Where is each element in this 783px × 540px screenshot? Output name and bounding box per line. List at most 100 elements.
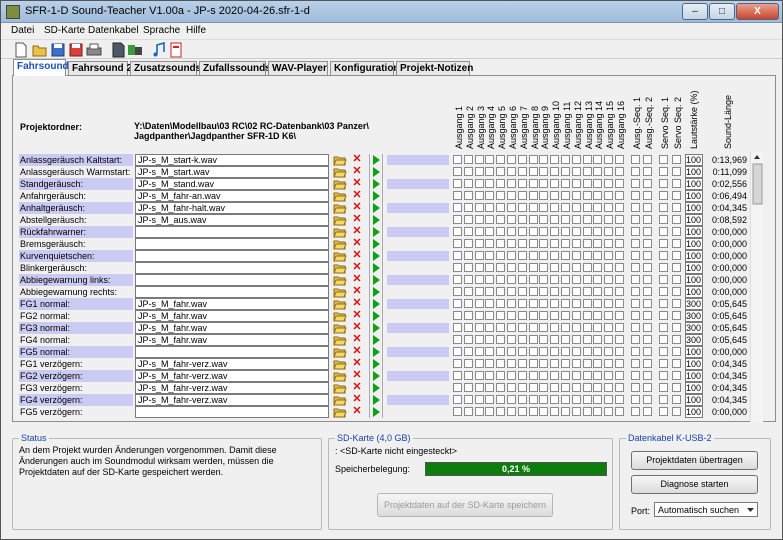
output-checkbox[interactable] bbox=[550, 383, 560, 392]
play-icon[interactable] bbox=[369, 358, 383, 370]
output-checkbox[interactable] bbox=[453, 227, 462, 236]
output-checkbox[interactable] bbox=[453, 383, 462, 392]
output-checkbox[interactable] bbox=[474, 179, 484, 188]
sequence-checkbox[interactable] bbox=[631, 167, 640, 176]
output-checkbox[interactable] bbox=[474, 335, 484, 344]
output-checkbox[interactable] bbox=[474, 275, 484, 284]
open-folder-icon[interactable] bbox=[32, 42, 48, 58]
play-icon[interactable] bbox=[369, 238, 383, 250]
sound-file-field[interactable] bbox=[135, 286, 329, 298]
output-checkbox[interactable] bbox=[582, 179, 592, 188]
output-checkbox[interactable] bbox=[517, 347, 527, 356]
sequence-checkbox[interactable] bbox=[659, 155, 668, 164]
output-checkbox[interactable] bbox=[539, 239, 549, 248]
output-checkbox[interactable] bbox=[604, 251, 614, 260]
output-checkbox[interactable] bbox=[539, 323, 549, 332]
sequence-checkbox[interactable] bbox=[672, 179, 681, 188]
output-checkbox[interactable] bbox=[539, 287, 549, 296]
sound-file-field[interactable]: JP-s_M_fahr.wav bbox=[135, 322, 329, 334]
output-checkbox[interactable] bbox=[507, 335, 516, 344]
sequence-checkbox[interactable] bbox=[672, 167, 681, 176]
play-icon[interactable] bbox=[369, 394, 383, 406]
output-checkbox[interactable] bbox=[593, 299, 603, 308]
volume-field[interactable]: 100 bbox=[685, 370, 703, 382]
output-checkbox[interactable] bbox=[507, 359, 516, 368]
output-checkbox[interactable] bbox=[517, 275, 527, 284]
volume-field[interactable]: 100 bbox=[685, 202, 703, 214]
output-checkbox[interactable] bbox=[593, 191, 603, 200]
output-checkbox[interactable] bbox=[496, 299, 506, 308]
play-icon[interactable] bbox=[369, 370, 383, 382]
output-checkbox[interactable] bbox=[615, 239, 624, 248]
output-checkbox[interactable] bbox=[528, 263, 538, 272]
output-checkbox[interactable] bbox=[561, 215, 570, 224]
output-checkbox[interactable] bbox=[496, 203, 506, 212]
output-checkbox[interactable] bbox=[507, 239, 516, 248]
play-icon[interactable] bbox=[369, 382, 383, 394]
output-checkbox[interactable] bbox=[474, 323, 484, 332]
output-checkbox[interactable] bbox=[507, 275, 516, 284]
sequence-checkbox[interactable] bbox=[643, 323, 652, 332]
output-checkbox[interactable] bbox=[571, 335, 581, 344]
sequence-checkbox[interactable] bbox=[659, 395, 668, 404]
output-checkbox[interactable] bbox=[528, 407, 538, 416]
delete-icon[interactable]: ✕ bbox=[351, 406, 363, 418]
sound-file-field[interactable]: JP-s_M_fahr-halt.wav bbox=[135, 202, 329, 214]
output-checkbox[interactable] bbox=[571, 287, 581, 296]
output-checkbox[interactable] bbox=[593, 251, 603, 260]
play-icon[interactable] bbox=[369, 154, 383, 166]
sound-file-field[interactable] bbox=[135, 238, 329, 250]
output-checkbox[interactable] bbox=[615, 371, 624, 380]
output-checkbox[interactable] bbox=[507, 347, 516, 356]
output-checkbox[interactable] bbox=[453, 395, 462, 404]
output-checkbox[interactable] bbox=[615, 335, 624, 344]
output-checkbox[interactable] bbox=[593, 263, 603, 272]
output-checkbox[interactable] bbox=[507, 287, 516, 296]
output-checkbox[interactable] bbox=[615, 275, 624, 284]
output-checkbox[interactable] bbox=[517, 179, 527, 188]
output-checkbox[interactable] bbox=[561, 227, 570, 236]
sequence-checkbox[interactable] bbox=[659, 251, 668, 260]
output-checkbox[interactable] bbox=[615, 179, 624, 188]
sequence-checkbox[interactable] bbox=[643, 287, 652, 296]
volume-field[interactable]: 100 bbox=[685, 238, 703, 250]
output-checkbox[interactable] bbox=[582, 155, 592, 164]
open-folder-icon[interactable] bbox=[333, 190, 347, 202]
output-checkbox[interactable] bbox=[539, 167, 549, 176]
sequence-checkbox[interactable] bbox=[631, 191, 640, 200]
sequence-checkbox[interactable] bbox=[631, 203, 640, 212]
play-icon[interactable] bbox=[369, 298, 383, 310]
output-checkbox[interactable] bbox=[539, 275, 549, 284]
open-folder-icon[interactable] bbox=[333, 214, 347, 226]
output-checkbox[interactable] bbox=[528, 215, 538, 224]
output-checkbox[interactable] bbox=[571, 227, 581, 236]
output-checkbox[interactable] bbox=[517, 323, 527, 332]
volume-field[interactable]: 100 bbox=[685, 406, 703, 418]
output-checkbox[interactable] bbox=[496, 167, 506, 176]
output-checkbox[interactable] bbox=[453, 407, 462, 416]
open-folder-icon[interactable] bbox=[333, 250, 347, 262]
sequence-checkbox[interactable] bbox=[672, 263, 681, 272]
output-checkbox[interactable] bbox=[571, 407, 581, 416]
output-checkbox[interactable] bbox=[582, 335, 592, 344]
output-checkbox[interactable] bbox=[539, 383, 549, 392]
save-to-sd-button[interactable]: Projektdaten auf der SD-Karte speichern bbox=[377, 493, 553, 517]
output-checkbox[interactable] bbox=[463, 263, 473, 272]
output-checkbox[interactable] bbox=[593, 275, 603, 284]
sequence-checkbox[interactable] bbox=[659, 215, 668, 224]
output-checkbox[interactable] bbox=[474, 155, 484, 164]
output-checkbox[interactable] bbox=[593, 407, 603, 416]
output-checkbox[interactable] bbox=[474, 407, 484, 416]
sequence-checkbox[interactable] bbox=[631, 395, 640, 404]
output-checkbox[interactable] bbox=[571, 155, 581, 164]
sequence-checkbox[interactable] bbox=[631, 359, 640, 368]
output-checkbox[interactable] bbox=[496, 323, 506, 332]
volume-field[interactable]: 100 bbox=[685, 154, 703, 166]
sequence-checkbox[interactable] bbox=[672, 359, 681, 368]
output-checkbox[interactable] bbox=[453, 335, 462, 344]
output-checkbox[interactable] bbox=[571, 383, 581, 392]
output-checkbox[interactable] bbox=[453, 263, 462, 272]
tab-zufallssounds[interactable]: Zufallssounds bbox=[199, 61, 271, 75]
output-checkbox[interactable] bbox=[474, 287, 484, 296]
output-checkbox[interactable] bbox=[615, 155, 624, 164]
